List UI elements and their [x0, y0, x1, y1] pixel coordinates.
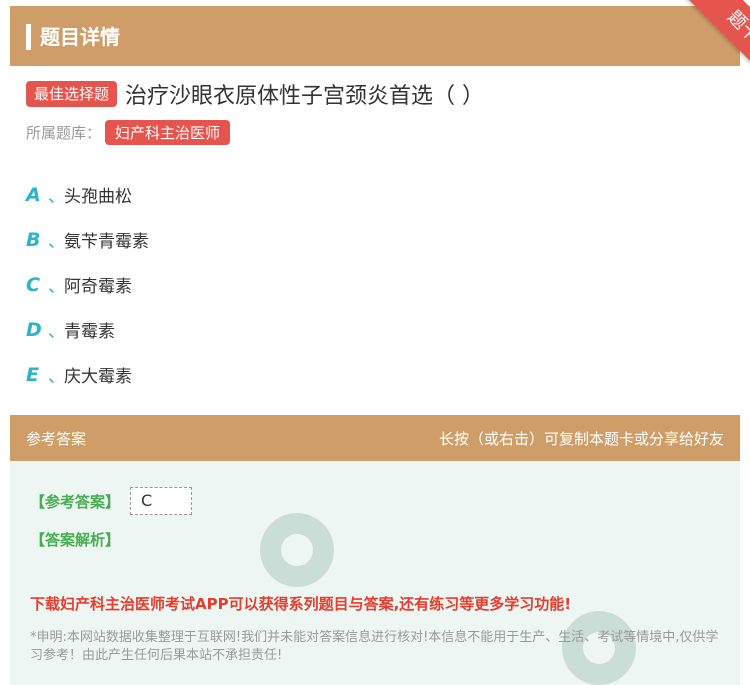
option-separator: 、 [48, 367, 65, 387]
watermark-logo-icon [260, 513, 334, 587]
answer-line: 【参考答案】 C [30, 487, 193, 515]
answer-section-header: 参考答案 长按（或右击）可复制本题卡或分享给好友 [10, 415, 740, 461]
page-title: 题目详情 [40, 25, 120, 49]
option-letter: C [26, 273, 40, 296]
question-row: 最佳选择题 治疗沙眼衣原体性子宫颈炎首选（ ） [26, 78, 484, 110]
option-b[interactable]: B 、 氨苄青霉素 [26, 217, 149, 262]
option-letter: E [26, 363, 39, 386]
header-accent-bar [26, 24, 31, 50]
answer-section-title: 参考答案 [26, 430, 87, 448]
question-text: 治疗沙眼衣原体性子宫颈炎首选（ ） [125, 84, 485, 109]
option-a[interactable]: A 、 头孢曲松 [26, 172, 149, 217]
share-hint: 长按（或右击）可复制本题卡或分享给好友 [438, 430, 724, 448]
option-text: 氨苄青霉素 [64, 232, 149, 252]
option-text: 庆大霉素 [64, 367, 132, 387]
ribbon-container: 题卡 [640, 0, 750, 110]
analysis-label: 【答案解析】 [30, 531, 121, 549]
option-separator: 、 [48, 322, 65, 342]
option-text: 青霉素 [64, 322, 115, 342]
option-letter: A [26, 183, 41, 206]
answer-section-body: 【参考答案】 C 【答案解析】 下载妇产科主治医师考试APP可以获得系列题目与答… [10, 461, 740, 685]
answer-label: 【参考答案】 [30, 492, 121, 511]
option-c[interactable]: C 、 阿奇霉素 [26, 262, 149, 307]
options-list: A 、 头孢曲松 B 、 氨苄青霉素 C 、 阿奇霉素 D 、 青霉素 E 、 … [26, 172, 149, 397]
option-separator: 、 [48, 277, 65, 297]
option-text: 头孢曲松 [64, 187, 132, 207]
option-separator: 、 [48, 187, 65, 207]
option-letter: B [26, 228, 41, 251]
disclaimer-text: *申明:本网站数据收集整理于互联网!我们并未能对答案信息进行核对!本信息不能用于… [30, 630, 719, 663]
bank-tag[interactable]: 妇产科主治医师 [105, 120, 231, 145]
app-promo-text[interactable]: 下载妇产科主治医师考试APP可以获得系列题目与答案,还有练习等更多学习功能! [30, 593, 571, 614]
answer-value: C [130, 487, 193, 515]
question-card-ribbon[interactable]: 题卡 [683, 0, 750, 87]
option-d[interactable]: D 、 青霉素 [26, 307, 149, 352]
header-bar: 题目详情 [10, 6, 740, 66]
bank-label: 所属题库： [26, 124, 102, 142]
option-letter: D [26, 318, 42, 341]
option-e[interactable]: E 、 庆大霉素 [26, 352, 149, 397]
question-type-badge: 最佳选择题 [26, 81, 118, 107]
question-bank-row: 所属题库： 妇产科主治医师 [26, 120, 231, 145]
option-separator: 、 [48, 232, 65, 252]
option-text: 阿奇霉素 [64, 277, 132, 297]
